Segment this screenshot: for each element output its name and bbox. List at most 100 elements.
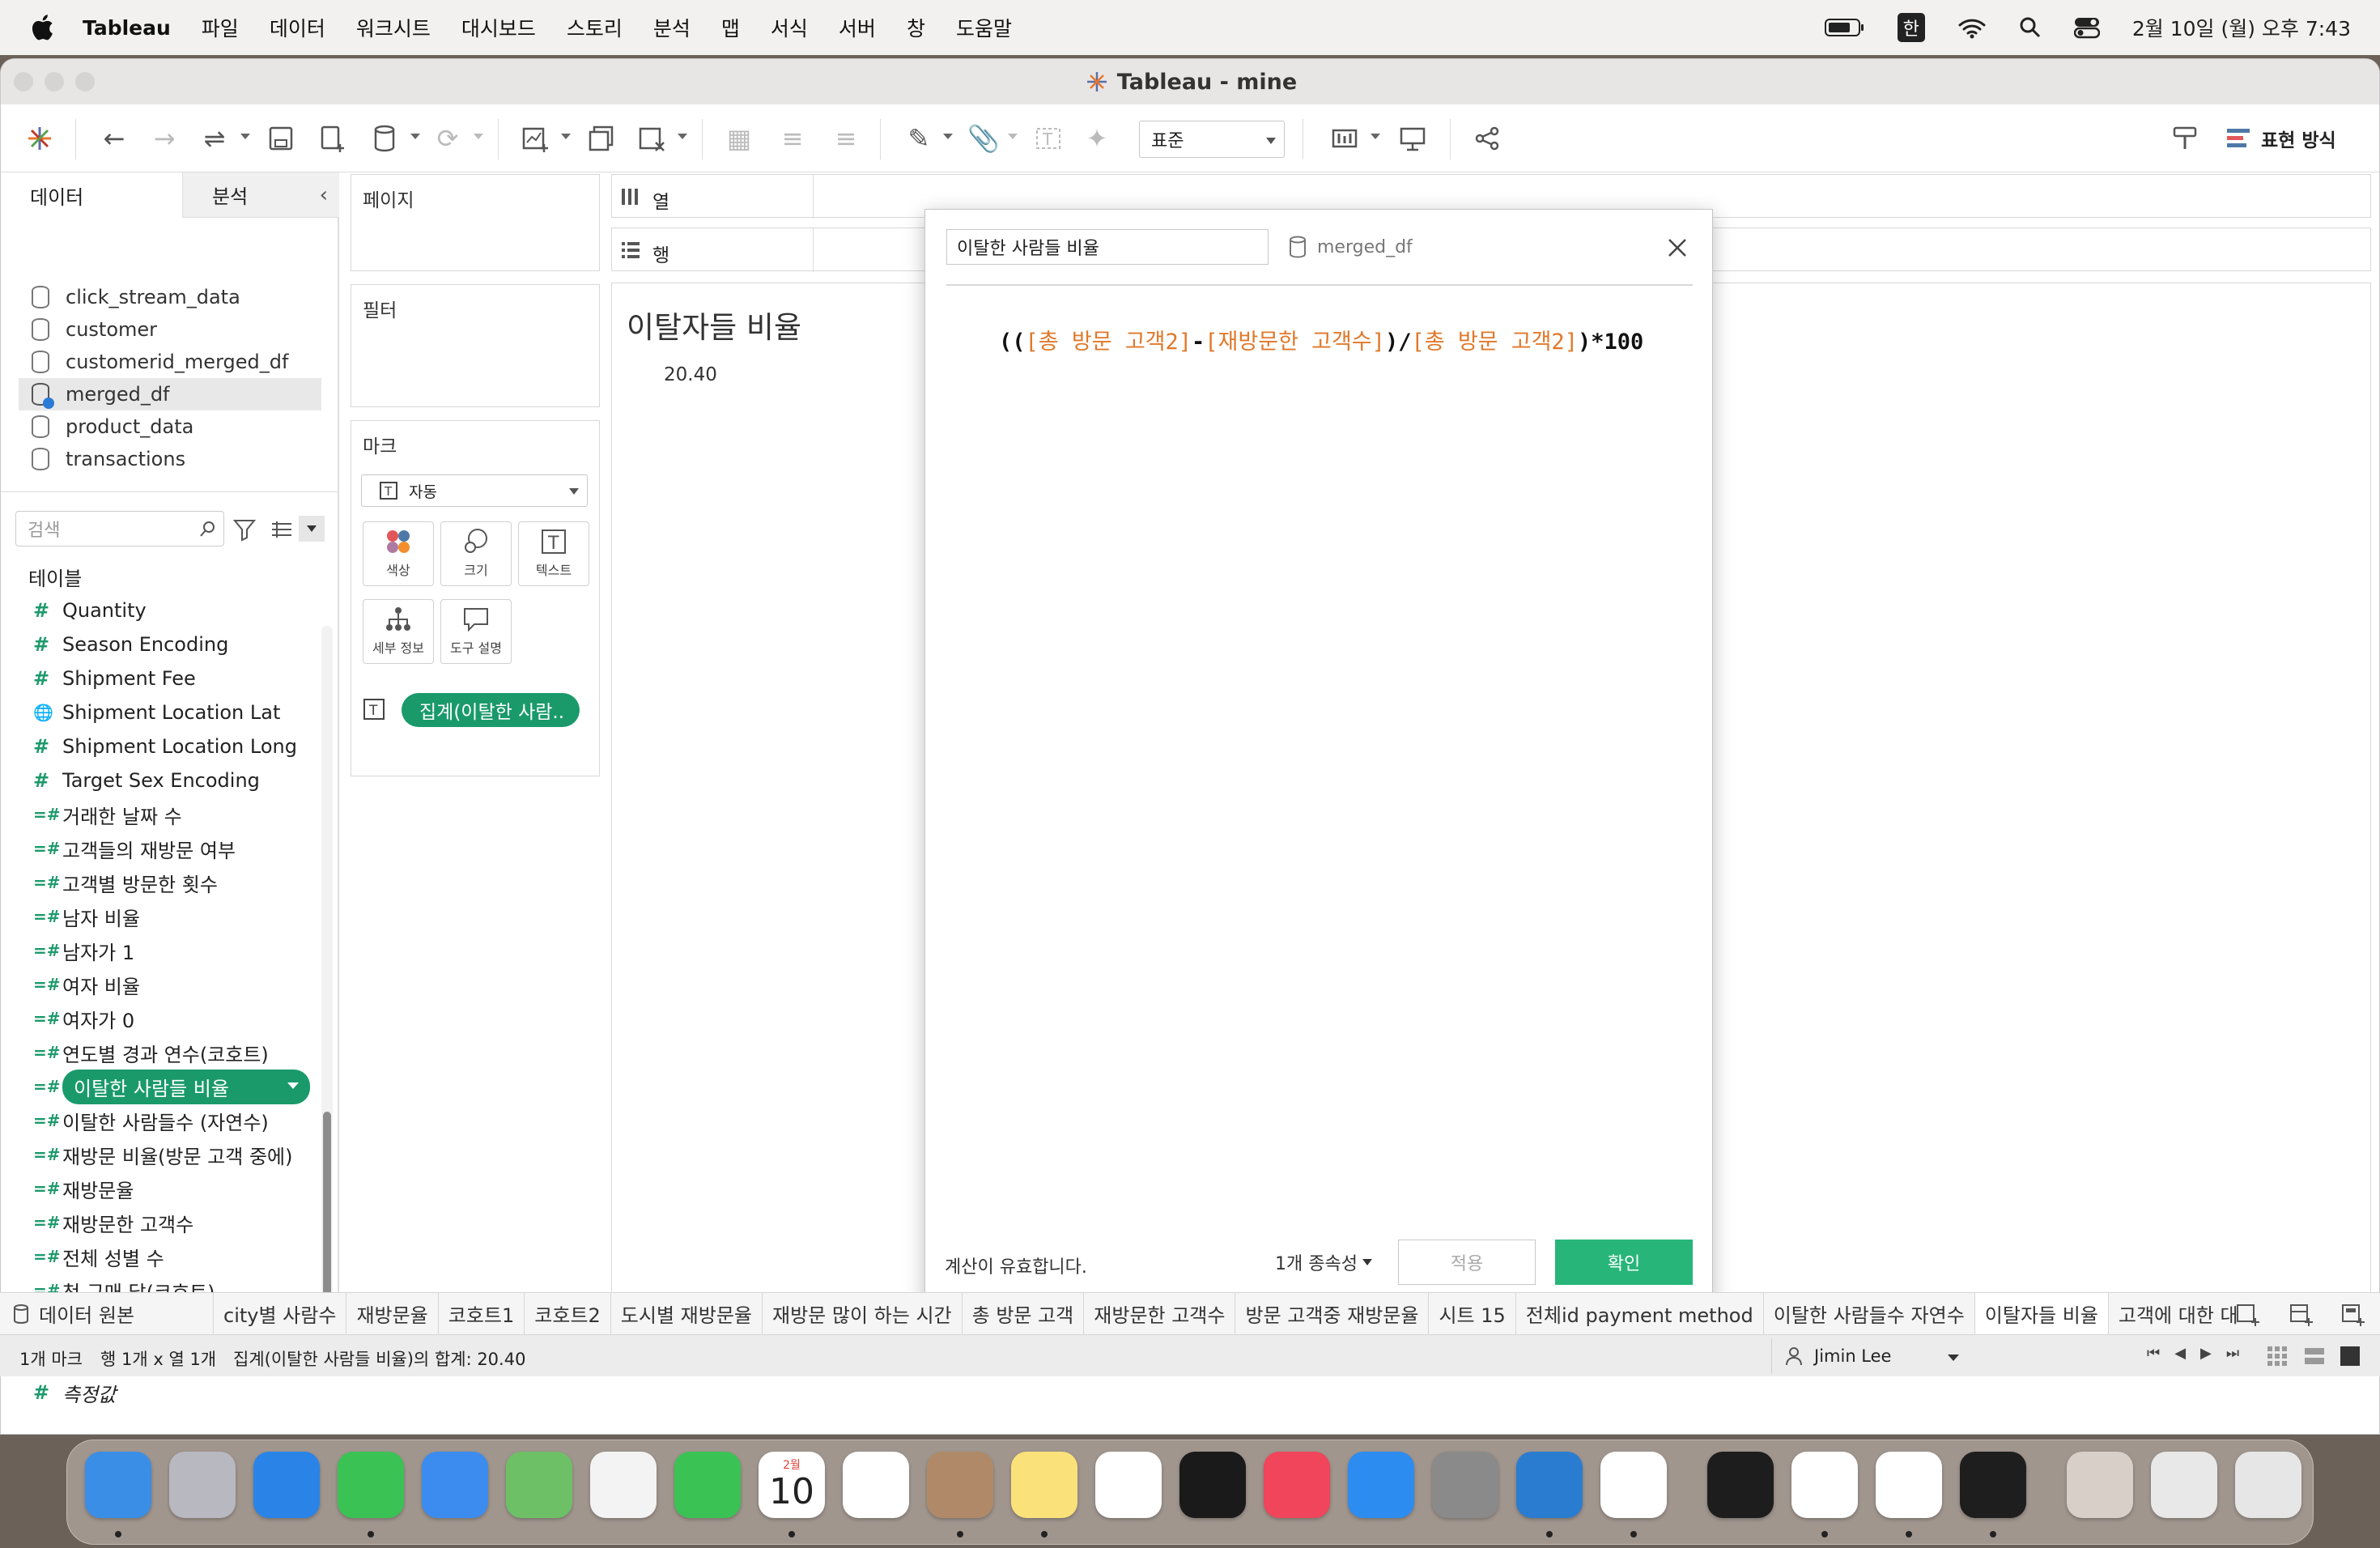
undo-icon[interactable]: ←	[95, 119, 134, 158]
tableau-home-icon[interactable]	[20, 119, 59, 158]
share-icon[interactable]	[1468, 119, 1507, 158]
new-story-tab-icon[interactable]	[2341, 1302, 2365, 1326]
sheet-tab[interactable]: 재방문 많이 하는 시간	[763, 1292, 963, 1335]
minimize-window-button[interactable]	[45, 72, 64, 91]
freeform-icon[interactable]	[1095, 1452, 1162, 1518]
music-icon[interactable]	[1264, 1452, 1330, 1518]
field-item[interactable]: # Quantity	[33, 593, 147, 627]
app-store-icon[interactable]	[1348, 1452, 1414, 1518]
tab-view-icon[interactable]	[2340, 1346, 2361, 1367]
presentation-mode-icon[interactable]	[1393, 119, 1432, 158]
sheet-tab[interactable]: 고객에 대한 대시보드	[2109, 1293, 2238, 1335]
finder-icon[interactable]	[85, 1452, 151, 1518]
menu-map[interactable]: 맵	[721, 13, 740, 42]
formula-editor[interactable]: (([총 방문 고객2]-[재방문한 고객수])/[총 방문 고객2])*100	[946, 299, 1693, 1222]
next-sheet-icon[interactable]: ▶	[2200, 1345, 2212, 1362]
contacts-icon[interactable]	[927, 1452, 993, 1518]
sheet-sorter-icon[interactable]	[2267, 1346, 2288, 1367]
view-list-icon[interactable]	[270, 517, 294, 542]
field-item[interactable]: =# 거래한 날짜 수	[33, 797, 182, 831]
tv-icon[interactable]	[1179, 1452, 1246, 1518]
field-item[interactable]: =# 재방문율	[33, 1172, 134, 1206]
menu-server[interactable]: 서버	[839, 13, 876, 42]
format-brush-icon[interactable]	[2165, 119, 2204, 158]
menu-worksheet[interactable]: 워크시트	[356, 13, 431, 42]
sheet-tab[interactable]: 총 방문 고객	[963, 1292, 1085, 1335]
mail-icon[interactable]	[422, 1452, 488, 1518]
field-item[interactable]: =# 재방문한 고객수	[33, 1206, 193, 1240]
ok-button[interactable]: 확인	[1555, 1240, 1693, 1285]
menu-window[interactable]: 창	[907, 13, 925, 42]
datasource-item[interactable]: click_stream_data	[32, 281, 240, 313]
field-item[interactable]: =# 여자 비율	[33, 968, 140, 1002]
documents-icon[interactable]	[2151, 1452, 2217, 1518]
field-item[interactable]: =# 여자가 0	[33, 1002, 134, 1036]
color-mark-button[interactable]: 색상	[363, 521, 434, 586]
clear-sheet-icon[interactable]	[632, 119, 671, 158]
field-item-selected[interactable]: =# 이탈한 사람들 비율	[33, 1069, 310, 1104]
photos-icon[interactable]	[590, 1452, 657, 1518]
sheet-tab[interactable]: 코호트1	[439, 1292, 525, 1335]
view-list-dropdown[interactable]	[299, 516, 325, 542]
field-item[interactable]: =# 연도별 경과 연수(코호트)	[33, 1036, 269, 1070]
previous-sheet-icon[interactable]: ◀	[2174, 1345, 2186, 1362]
input-source-indicator[interactable]: 한	[1897, 13, 1925, 42]
new-dashboard-tab-icon[interactable]	[2289, 1302, 2314, 1326]
sheet-tab[interactable]: 코호트2	[525, 1292, 611, 1335]
user-account-dropdown[interactable]: Jimin Lee	[1771, 1338, 1974, 1374]
new-datasource-icon[interactable]	[313, 119, 352, 158]
facetime-icon[interactable]	[674, 1452, 741, 1518]
trash-icon[interactable]	[2235, 1452, 2301, 1518]
reminders-icon[interactable]	[843, 1452, 909, 1518]
show-mark-labels-icon[interactable]: T	[1029, 119, 1068, 158]
maps-icon[interactable]	[506, 1452, 572, 1518]
safari-icon[interactable]	[253, 1452, 320, 1518]
field-item[interactable]: =# 이탈한 사람들수 (자연수)	[33, 1104, 269, 1138]
field-item[interactable]: =# 고객들의 재방문 여부	[33, 831, 236, 865]
tableau-icon[interactable]	[1876, 1452, 1942, 1518]
menu-format[interactable]: 서식	[771, 13, 808, 42]
sheet-tab[interactable]: 전체id payment method	[1516, 1292, 1764, 1335]
field-item[interactable]: =# 남자가 1	[33, 933, 134, 968]
view-title[interactable]: 이탈자들 비율	[627, 303, 801, 347]
menu-dashboard[interactable]: 대시보드	[461, 13, 536, 42]
swap-icon[interactable]: ⇌	[195, 119, 234, 158]
chrome-icon[interactable]	[1600, 1452, 1667, 1518]
system-settings-icon[interactable]	[1432, 1452, 1498, 1518]
wifi-icon[interactable]	[1957, 16, 1987, 39]
battery-icon[interactable]	[1824, 17, 1865, 38]
view-value-text-mark[interactable]: 20.40	[664, 364, 717, 385]
tab-analysis[interactable]: 분석 ‹	[182, 172, 339, 218]
new-worksheet-tab-icon[interactable]	[2236, 1302, 2260, 1326]
close-icon[interactable]	[1667, 237, 1688, 258]
menu-analysis[interactable]: 분석	[653, 13, 691, 42]
menu-app-name[interactable]: Tableau	[83, 16, 171, 40]
detail-mark-button[interactable]: 세부 정보	[363, 599, 434, 664]
pages-shelf[interactable]: 페이지	[351, 174, 600, 271]
fix-axes-pin-icon[interactable]: ✦	[1077, 119, 1116, 158]
close-window-button[interactable]	[14, 72, 33, 91]
field-item[interactable]: # Target Sex Encoding	[33, 763, 260, 797]
swap-rows-columns-icon[interactable]: ▦	[720, 119, 759, 158]
field-item[interactable]: # 측정값	[33, 1376, 116, 1410]
sort-descending-icon[interactable]: ≡	[827, 119, 865, 158]
collapse-pane-icon[interactable]: ‹	[320, 183, 328, 207]
filter-icon[interactable]	[232, 517, 257, 542]
field-item[interactable]: =# 고객별 방문한 횟수	[33, 865, 218, 899]
field-search-input[interactable]: 검색	[15, 511, 224, 546]
redo-icon[interactable]: →	[145, 119, 184, 158]
zoom-window-button[interactable]	[75, 72, 95, 91]
sort-ascending-icon[interactable]: ≡	[773, 119, 812, 158]
field-item[interactable]: =# 전체 성별 수	[33, 1240, 164, 1274]
refresh-icon[interactable]: ⟳	[428, 119, 467, 158]
field-item[interactable]: =# 남자 비율	[33, 899, 140, 933]
messages-icon[interactable]	[338, 1452, 404, 1518]
sheet-tab[interactable]: city별 사람수	[214, 1292, 347, 1335]
first-sheet-icon[interactable]: ⏮	[2147, 1345, 2160, 1362]
datasource-item-selected[interactable]: merged_df	[19, 378, 321, 410]
sheet-tab-active[interactable]: 이탈자들 비율	[1974, 1292, 2109, 1335]
mark-text-pill[interactable]: 집계(이탈한 사람..	[402, 693, 580, 727]
sheet-tab[interactable]: 재방문율	[346, 1292, 439, 1335]
datasource-item[interactable]: customerid_merged_df	[32, 346, 288, 378]
highlight-icon[interactable]: ✎	[899, 119, 938, 158]
